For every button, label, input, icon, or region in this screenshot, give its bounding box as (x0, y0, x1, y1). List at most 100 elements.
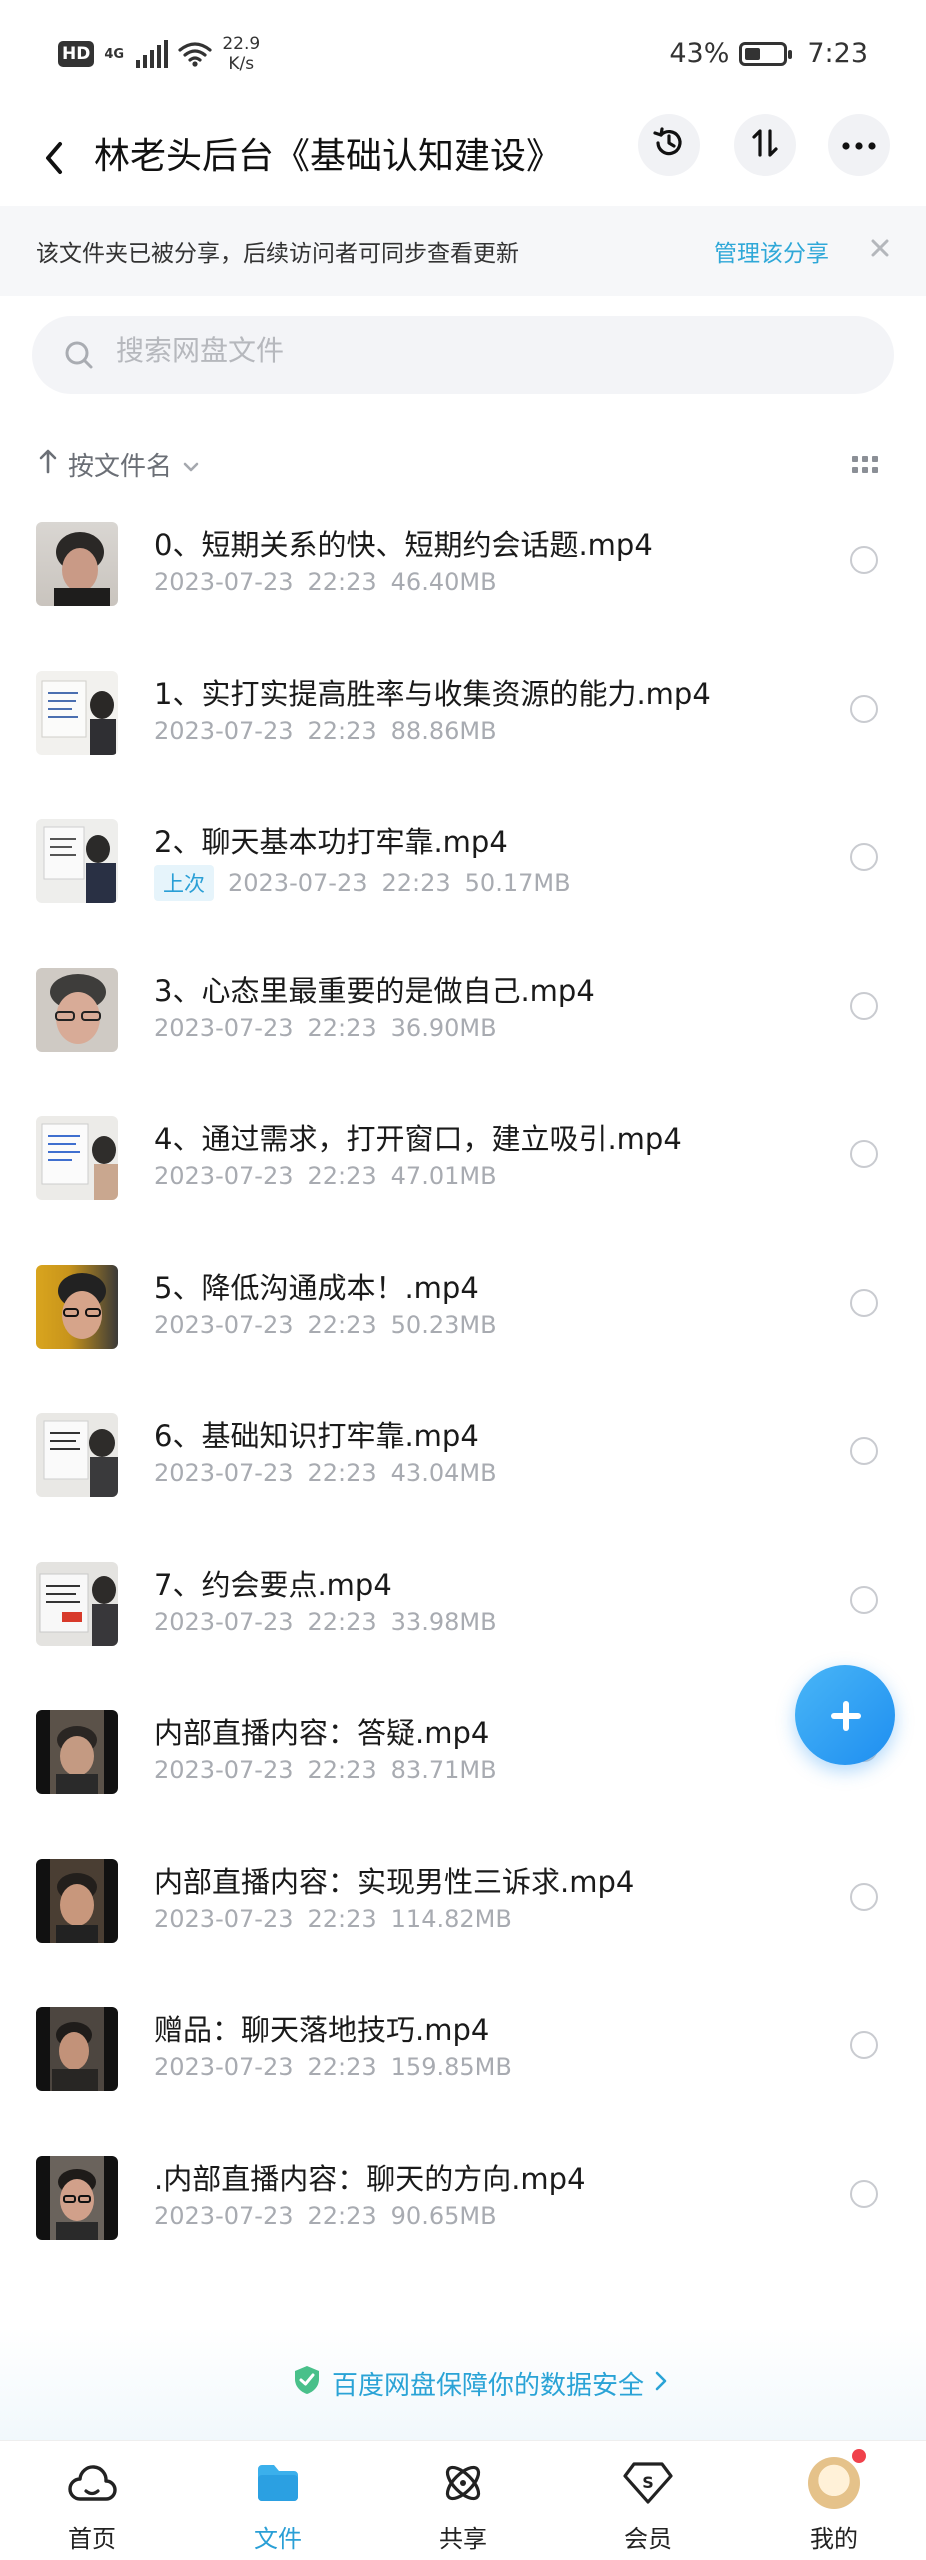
manage-share-link[interactable]: 管理该分享 (714, 234, 829, 268)
search-bar[interactable] (32, 316, 894, 394)
folder-icon (250, 2455, 306, 2511)
chevron-right-icon (654, 2369, 668, 2399)
bottom-tab-bar: 首页 文件 共享 S 会员 我的 (0, 2440, 926, 2560)
chevron-down-icon (182, 450, 200, 480)
file-row[interactable]: 0、短期关系的快、短期约会话题.mp4 2023-07-23 22:23 46.… (0, 502, 926, 651)
history-button[interactable] (638, 114, 700, 176)
file-size: 50.23MB (390, 1310, 497, 1339)
sort-label: 按文件名 (68, 452, 173, 482)
file-meta: 2023-07-23 22:23 43.04MB (154, 1459, 497, 1487)
tab-files[interactable]: 文件 (218, 2455, 338, 2555)
select-radio[interactable] (850, 2031, 878, 2059)
tab-label: 我的 (810, 2525, 858, 2553)
add-fab-button[interactable] (795, 1665, 895, 1765)
select-radio[interactable] (850, 2179, 878, 2208)
file-meta: 2023-07-23 22:23 46.40MB (154, 568, 497, 596)
file-meta: 2023-07-23 22:23 50.23MB (154, 1311, 497, 1339)
select-radio[interactable] (850, 694, 878, 723)
file-time: 22:23 (307, 1013, 377, 1042)
sort-bar: 按文件名 (0, 440, 926, 490)
file-row[interactable]: 2、聊天基本功打牢靠.mp4 上次 2023-07-23 22:23 50.17… (0, 799, 926, 948)
share-notice-text: 该文件夹已被分享，后续访问者可同步查看更新 (36, 241, 519, 267)
file-time: 22:23 (307, 1904, 377, 1933)
select-radio[interactable] (850, 1288, 878, 1317)
file-time: 22:23 (307, 1162, 377, 1190)
battery-percent: 43% (669, 38, 730, 69)
tab-vip[interactable]: S 会员 (588, 2455, 708, 2555)
file-row[interactable]: 内部直播内容：答疑.mp4 2023-07-23 22:23 83.71MB (0, 1690, 926, 1839)
file-date: 2023-07-23 (154, 1904, 294, 1933)
search-icon (62, 338, 96, 376)
file-time: 22:23 (307, 1310, 377, 1339)
file-row[interactable]: 3、心态里最重要的是做自己.mp4 2023-07-23 22:23 36.90… (0, 948, 926, 1097)
select-radio[interactable] (850, 546, 878, 574)
sort-by-name-button[interactable]: 按文件名 (38, 446, 200, 483)
file-time: 22:23 (307, 1459, 377, 1487)
speed-unit: K/s (228, 54, 255, 74)
file-time: 22:23 (307, 568, 377, 596)
file-row[interactable]: 6、基础知识打牢靠.mp4 2023-07-23 22:23 43.04MB (0, 1393, 926, 1542)
file-date: 2023-07-23 (154, 1162, 294, 1190)
file-date: 2023-07-23 (154, 2053, 294, 2081)
file-size: 50.17MB (464, 869, 571, 897)
tab-me[interactable]: 我的 (774, 2449, 894, 2555)
file-row[interactable]: 4、通过需求，打开窗口，建立吸引.mp4 2023-07-23 22:23 47… (0, 1096, 926, 1245)
status-right: 43% 7:23 (669, 38, 868, 69)
file-size: 90.65MB (390, 2201, 497, 2230)
share-atom-icon (435, 2455, 491, 2511)
video-thumbnail (36, 1413, 118, 1497)
tab-label: 文件 (254, 2525, 302, 2553)
file-date: 2023-07-23 (154, 1013, 294, 1042)
home-cloud-icon (64, 2455, 120, 2511)
shield-icon (292, 2364, 322, 2403)
close-icon[interactable] (866, 234, 894, 262)
tab-home[interactable]: 首页 (32, 2455, 152, 2555)
file-name: 内部直播内容：答疑.mp4 (154, 1716, 490, 1750)
file-name: .内部直播内容：聊天的方向.mp4 (154, 2161, 586, 2196)
file-row[interactable]: 1、实打实提高胜率与收集资源的能力.mp4 2023-07-23 22:23 8… (0, 651, 926, 800)
back-icon[interactable] (36, 134, 76, 182)
search-input[interactable] (116, 334, 816, 367)
select-radio[interactable] (850, 1437, 878, 1465)
file-list: 0、短期关系的快、短期约会话题.mp4 2023-07-23 22:23 46.… (0, 502, 926, 2284)
video-thumbnail (36, 1858, 118, 1943)
file-time: 22:23 (307, 716, 377, 745)
tab-share[interactable]: 共享 (403, 2455, 523, 2555)
file-size: 43.04MB (390, 1459, 497, 1487)
file-name: 7、约会要点.mp4 (154, 1567, 392, 1602)
grid-view-icon[interactable] (852, 456, 878, 474)
file-name: 3、心态里最重要的是做自己.mp4 (154, 973, 595, 1008)
select-radio[interactable] (850, 843, 878, 871)
data-security-link[interactable]: 百度网盘保障你的数据安全 (292, 2364, 668, 2403)
file-time: 22:23 (307, 2053, 377, 2081)
tab-label: 会员 (624, 2525, 672, 2553)
battery-icon (739, 41, 793, 66)
page-title: 林老头后台《基础认知建设》 (94, 136, 563, 177)
file-row[interactable]: 5、降低沟通成本！.mp4 2023-07-23 22:23 50.23MB (0, 1245, 926, 1394)
status-left: HD 4G 22.9 K/s (58, 34, 260, 74)
file-row[interactable]: 7、约会要点.mp4 2023-07-23 22:23 33.98MB (0, 1542, 926, 1691)
file-row[interactable]: .内部直播内容：聊天的方向.mp4 2023-07-23 22:23 90.65… (0, 2136, 926, 2285)
svg-text:S: S (642, 2473, 654, 2492)
file-name: 4、通过需求，打开窗口，建立吸引.mp4 (154, 1122, 682, 1156)
select-radio[interactable] (850, 1140, 878, 1168)
battery-fill (745, 47, 761, 60)
more-button[interactable] (828, 114, 890, 176)
file-row[interactable]: 内部直播内容：实现男性三诉求.mp4 2023-07-23 22:23 114.… (0, 1839, 926, 1988)
sort-arrow-up-icon (38, 448, 58, 481)
file-name: 6、基础知识打牢靠.mp4 (154, 1419, 479, 1453)
file-date: 2023-07-23 (154, 1310, 294, 1339)
vip-diamond-icon: S (620, 2455, 676, 2511)
select-radio[interactable] (850, 991, 878, 1020)
file-meta: 2023-07-23 22:23 88.86MB (154, 717, 497, 745)
file-name: 0、短期关系的快、短期约会话题.mp4 (154, 528, 653, 562)
select-radio[interactable] (850, 1882, 878, 1911)
file-size: 88.86MB (390, 716, 497, 745)
file-row[interactable]: 赠品：聊天落地技巧.mp4 2023-07-23 22:23 159.85MB (0, 1987, 926, 2136)
file-meta: 2023-07-23 22:23 114.82MB (154, 1905, 512, 1933)
select-radio[interactable] (850, 1585, 878, 1614)
video-thumbnail (36, 2155, 118, 2240)
file-time: 22:23 (307, 1607, 377, 1636)
file-size: 159.85MB (390, 2053, 512, 2081)
sort-transfer-button[interactable] (734, 114, 796, 176)
